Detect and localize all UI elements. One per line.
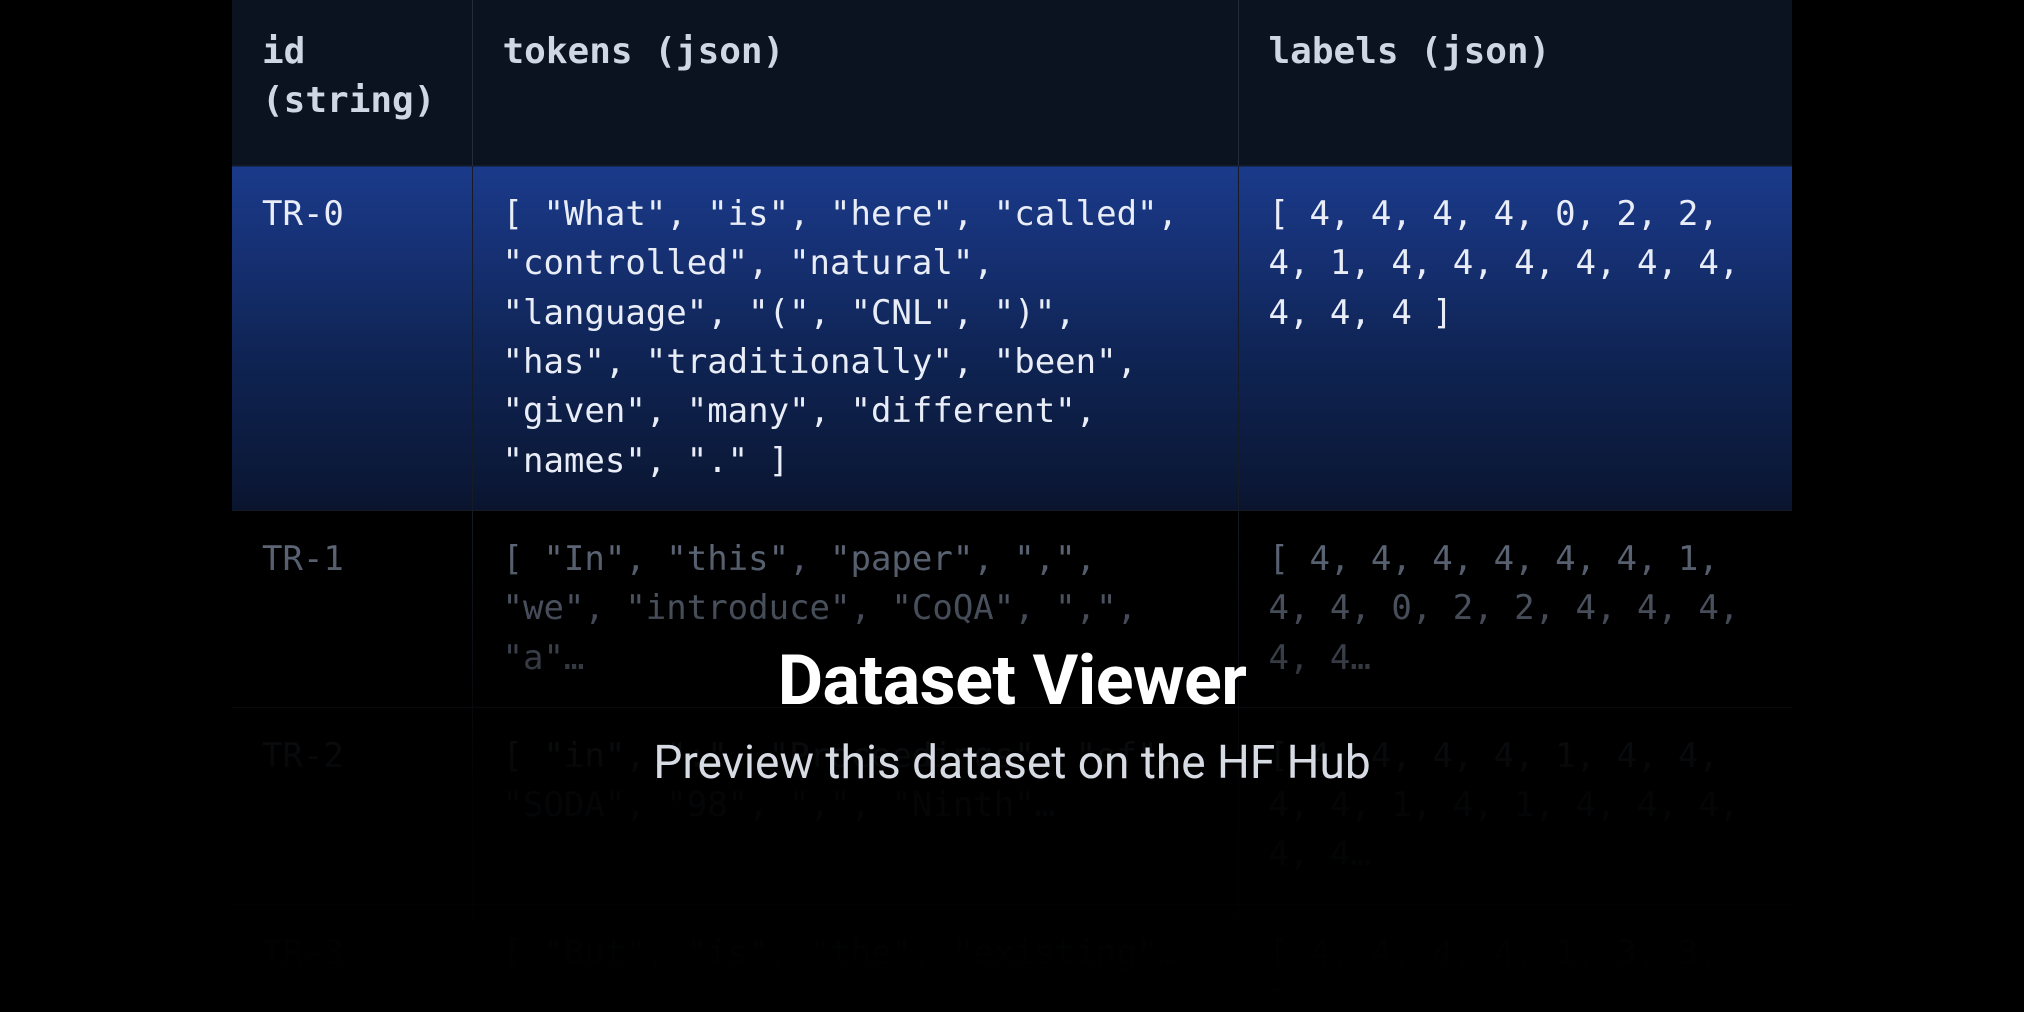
column-header-labels[interactable]: labels (json): [1238, 0, 1792, 166]
column-name: tokens: [503, 31, 633, 72]
cell-id: TR-0: [232, 166, 472, 511]
cell-tokens: [ "But", "is", "the", "existing"…: [472, 904, 1238, 1012]
column-header-id[interactable]: id (string): [232, 0, 472, 166]
column-type: (json): [654, 31, 784, 72]
dataset-viewer-card: id (string) tokens (json) labels (json) …: [232, 0, 1792, 1012]
column-name: id: [262, 31, 305, 72]
column-name: labels: [1269, 31, 1399, 72]
column-type: (string): [262, 80, 435, 121]
table-header-row: id (string) tokens (json) labels (json): [232, 0, 1792, 166]
table-row[interactable]: TR-0 [ "What", "is", "here", "called", "…: [232, 166, 1792, 511]
cell-id: TR-3: [232, 904, 472, 1012]
promo-overlay: Dataset Viewer Preview this dataset on t…: [232, 640, 1792, 790]
cell-tokens: [ "What", "is", "here", "called", "contr…: [472, 166, 1238, 511]
overlay-title: Dataset Viewer: [232, 640, 1792, 722]
cell-labels: [ 4, 4, 4, 4, 1, 3, 3, 3…: [1238, 904, 1792, 1012]
cell-labels: [ 4, 4, 4, 4, 0, 2, 2, 4, 1, 4, 4, 4, 4,…: [1238, 166, 1792, 511]
overlay-subtitle: Preview this dataset on the HF Hub: [232, 736, 1792, 790]
table-row[interactable]: TR-3 [ "But", "is", "the", "existing"… […: [232, 904, 1792, 1012]
column-header-tokens[interactable]: tokens (json): [472, 0, 1238, 166]
dataset-table: id (string) tokens (json) labels (json) …: [232, 0, 1792, 1012]
column-type: (json): [1420, 31, 1550, 72]
